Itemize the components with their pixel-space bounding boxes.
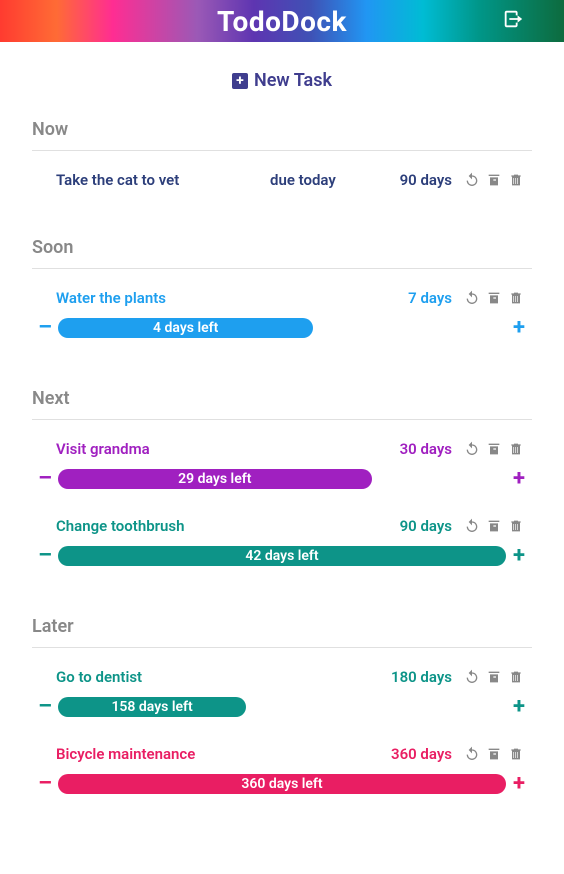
reset-icon[interactable]: [464, 669, 480, 685]
reset-icon[interactable]: [464, 746, 480, 762]
task-period: 90 days: [372, 171, 452, 189]
reset-icon[interactable]: [464, 441, 480, 457]
progress-bar: 158 days left: [58, 697, 246, 717]
section-now: Now Take the cat to vet due today 90 day…: [32, 119, 532, 189]
progress-track: 42 days left: [58, 546, 506, 566]
archive-icon[interactable]: [486, 172, 502, 188]
minus-button[interactable]: –: [36, 315, 54, 340]
task-due: due today: [270, 171, 372, 189]
progress-track: 4 days left: [58, 318, 506, 338]
task-period: 7 days: [372, 289, 452, 307]
trash-icon[interactable]: [508, 669, 524, 685]
task-row: Take the cat to vet due today 90 days: [32, 171, 532, 189]
task-name[interactable]: Change toothbrush: [40, 517, 270, 535]
task-name[interactable]: Go to dentist: [40, 668, 270, 686]
new-task-button[interactable]: + New Task: [32, 70, 532, 91]
archive-icon[interactable]: [486, 746, 502, 762]
task-name[interactable]: Bicycle maintenance: [40, 745, 270, 763]
section-next: Next Visit grandma 30 days – 29 days lef…: [32, 388, 532, 568]
task-name[interactable]: Water the plants: [40, 289, 270, 307]
plus-square-icon: +: [232, 73, 248, 89]
progress-track: 158 days left: [58, 697, 506, 717]
trash-icon[interactable]: [508, 290, 524, 306]
logout-icon[interactable]: [502, 8, 524, 34]
task-period: 180 days: [372, 668, 452, 686]
plus-button[interactable]: +: [510, 694, 528, 719]
progress-bar: 42 days left: [58, 546, 506, 566]
task-name[interactable]: Take the cat to vet: [40, 171, 270, 189]
app-header: TodoDock: [0, 0, 564, 42]
section-title: Now: [32, 119, 532, 151]
trash-icon[interactable]: [508, 518, 524, 534]
reset-icon[interactable]: [464, 518, 480, 534]
progress-track: 360 days left: [58, 774, 506, 794]
plus-button[interactable]: +: [510, 543, 528, 568]
task-row: Go to dentist 180 days – 158 days left +: [32, 668, 532, 719]
task-period: 90 days: [372, 517, 452, 535]
reset-icon[interactable]: [464, 290, 480, 306]
task-period: 360 days: [372, 745, 452, 763]
task-row: Bicycle maintenance 360 days – 360 days …: [32, 745, 532, 796]
archive-icon[interactable]: [486, 669, 502, 685]
trash-icon[interactable]: [508, 172, 524, 188]
task-name[interactable]: Visit grandma: [40, 440, 270, 458]
trash-icon[interactable]: [508, 746, 524, 762]
minus-button[interactable]: –: [36, 694, 54, 719]
minus-button[interactable]: –: [36, 543, 54, 568]
reset-icon[interactable]: [464, 172, 480, 188]
section-title: Next: [32, 388, 532, 420]
task-row: Water the plants 7 days – 4 days left +: [32, 289, 532, 340]
task-row: Visit grandma 30 days – 29 days left +: [32, 440, 532, 491]
progress-bar: 4 days left: [58, 318, 313, 338]
task-row: Change toothbrush 90 days – 42 days left…: [32, 517, 532, 568]
section-title: Later: [32, 616, 532, 648]
progress-track: 29 days left: [58, 469, 506, 489]
section-later: Later Go to dentist 180 days – 158 days …: [32, 616, 532, 796]
archive-icon[interactable]: [486, 290, 502, 306]
archive-icon[interactable]: [486, 441, 502, 457]
task-period: 30 days: [372, 440, 452, 458]
progress-bar: 360 days left: [58, 774, 506, 794]
progress-bar: 29 days left: [58, 469, 372, 489]
new-task-label: New Task: [254, 70, 332, 91]
archive-icon[interactable]: [486, 518, 502, 534]
plus-button[interactable]: +: [510, 771, 528, 796]
section-title: Soon: [32, 237, 532, 269]
plus-button[interactable]: +: [510, 315, 528, 340]
minus-button[interactable]: –: [36, 771, 54, 796]
app-title: TodoDock: [217, 5, 347, 38]
minus-button[interactable]: –: [36, 466, 54, 491]
section-soon: Soon Water the plants 7 days – 4 days le…: [32, 237, 532, 340]
plus-button[interactable]: +: [510, 466, 528, 491]
trash-icon[interactable]: [508, 441, 524, 457]
